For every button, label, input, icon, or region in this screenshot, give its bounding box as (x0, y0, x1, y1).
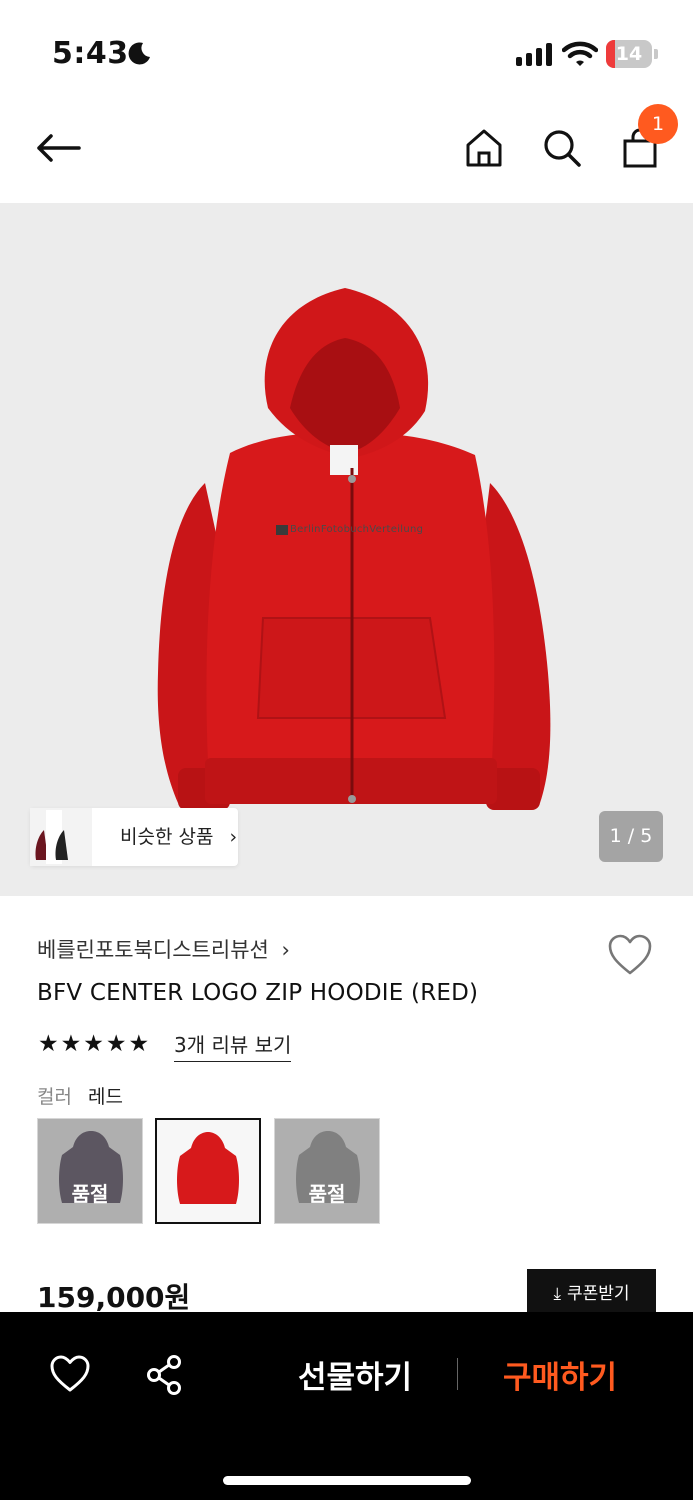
similar-products-label: 비슷한 상품 › (92, 808, 237, 866)
heart-outline-icon (608, 934, 652, 975)
wifi-icon (562, 41, 598, 66)
search-icon (544, 130, 581, 167)
reviews-link[interactable]: 3개 리뷰 보기 (174, 1029, 292, 1062)
color-swatch-red[interactable] (155, 1118, 261, 1224)
share-icon (147, 1355, 181, 1395)
sold-out-label: 품절 (308, 1182, 346, 1206)
product-image-carousel[interactable]: BerlinFotobuchVerteilung (0, 203, 693, 896)
color-value: 레드 (88, 1086, 123, 1108)
product-title: BFV CENTER LOGO ZIP HOODIE (RED) (37, 980, 479, 1006)
back-arrow-icon (37, 134, 81, 162)
gift-button[interactable]: 선물하기 (298, 1352, 412, 1397)
cart-count-badge: 1 (638, 104, 678, 144)
share-button[interactable] (144, 1354, 186, 1396)
back-button[interactable] (34, 124, 82, 172)
sold-out-overlay (275, 1119, 379, 1223)
battery-icon: 14 (606, 40, 658, 68)
home-indicator[interactable] (223, 1476, 471, 1485)
color-swatch-purple[interactable]: 품절 (37, 1118, 143, 1224)
bottom-action-bar (0, 1312, 693, 1500)
chevron-right-icon: › (281, 938, 290, 962)
color-swatch-gray[interactable]: 품절 (274, 1118, 380, 1224)
search-button[interactable] (538, 124, 586, 172)
hoodie-print-text: BerlinFotobuchVerteilung (290, 524, 424, 535)
sold-out-overlay (38, 1119, 142, 1223)
home-icon (466, 129, 502, 167)
heart-outline-icon (50, 1355, 90, 1392)
buy-button[interactable]: 구매하기 (503, 1352, 617, 1397)
star-icon: ★ (105, 1031, 127, 1057)
star-icon: ★ (60, 1031, 82, 1057)
brand-name: 베를린포토북디스트리뷰션 (37, 938, 269, 962)
signal-icon (516, 42, 552, 66)
chevron-right-icon: › (229, 826, 238, 848)
similar-products-button[interactable]: 비슷한 상품 › (30, 808, 238, 866)
status-time: 5:43 (52, 36, 129, 71)
similar-thumb-icon (30, 808, 92, 866)
download-icon: ⤓ (553, 1284, 561, 1304)
product-price: 159,000원 (37, 1281, 191, 1314)
star-icon: ★ (38, 1031, 59, 1057)
sold-out-label: 품절 (71, 1182, 109, 1206)
wishlist-button[interactable] (606, 932, 654, 978)
coupon-label: 쿠폰받기 (566, 1284, 630, 1304)
brand-link[interactable]: 베를린포토북디스트리뷰션 › (37, 934, 290, 964)
star-icon: ★ (128, 1031, 150, 1057)
battery-level: 14 (615, 43, 643, 65)
moon-icon (128, 42, 150, 65)
similar-products-text: 비슷한 상품 (120, 826, 214, 848)
rating-stars: ★ ★ ★ ★ ★ (38, 1031, 149, 1057)
image-pager: 1 / 5 (599, 811, 663, 862)
home-button[interactable] (460, 124, 508, 172)
hoodie-thumb-red (157, 1120, 259, 1222)
color-label: 컬러 (37, 1086, 72, 1108)
divider (457, 1358, 458, 1390)
hoodie-image (157, 288, 551, 810)
bottom-wishlist-button[interactable] (48, 1354, 92, 1394)
similar-thumbnails (30, 808, 92, 866)
star-icon: ★ (83, 1031, 104, 1057)
